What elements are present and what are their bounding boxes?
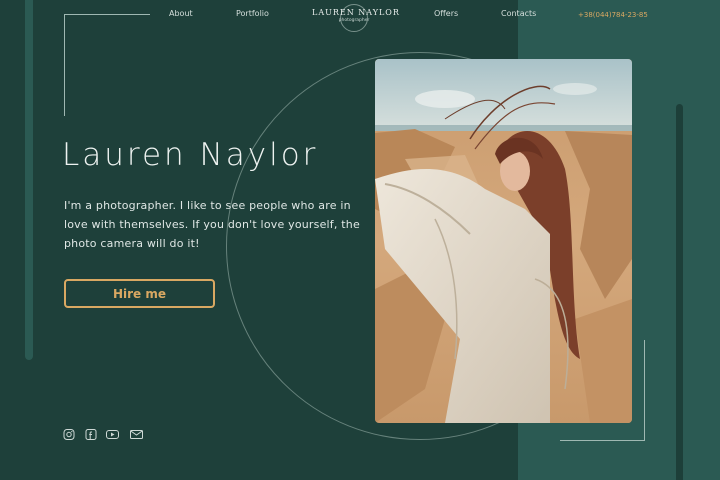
frame-line-left (64, 14, 65, 116)
nav-offers-link[interactable]: Offers (434, 9, 458, 18)
hero-description: I'm a photographer. I like to see people… (64, 199, 360, 250)
mail-icon[interactable] (130, 429, 143, 440)
right-decorative-bar (676, 104, 683, 480)
nav-portfolio-link[interactable]: Portfolio (236, 9, 269, 18)
hire-me-button[interactable]: Hire me (64, 279, 215, 308)
site-logo[interactable]: LAUREN NAYLOR photographer (312, 4, 400, 32)
facebook-icon[interactable] (85, 429, 98, 440)
logo-name: LAUREN NAYLOR (312, 8, 400, 17)
nav-about-link[interactable]: About (169, 9, 193, 18)
instagram-icon[interactable] (63, 429, 76, 440)
frame-line-right (644, 340, 645, 440)
left-decorative-bar (25, 0, 33, 360)
hero-photo (375, 59, 632, 423)
frame-line-bottom-right (560, 440, 645, 441)
logo-subtitle: photographer (338, 18, 370, 23)
phone-number[interactable]: +38(044)784-23-85 (578, 11, 648, 19)
photo-illustration (375, 59, 632, 423)
hero-title: Lauren Naylor (62, 137, 319, 173)
youtube-icon[interactable] (106, 429, 119, 440)
frame-line-top-left (64, 14, 150, 15)
nav-contacts-link[interactable]: Contacts (501, 9, 536, 18)
